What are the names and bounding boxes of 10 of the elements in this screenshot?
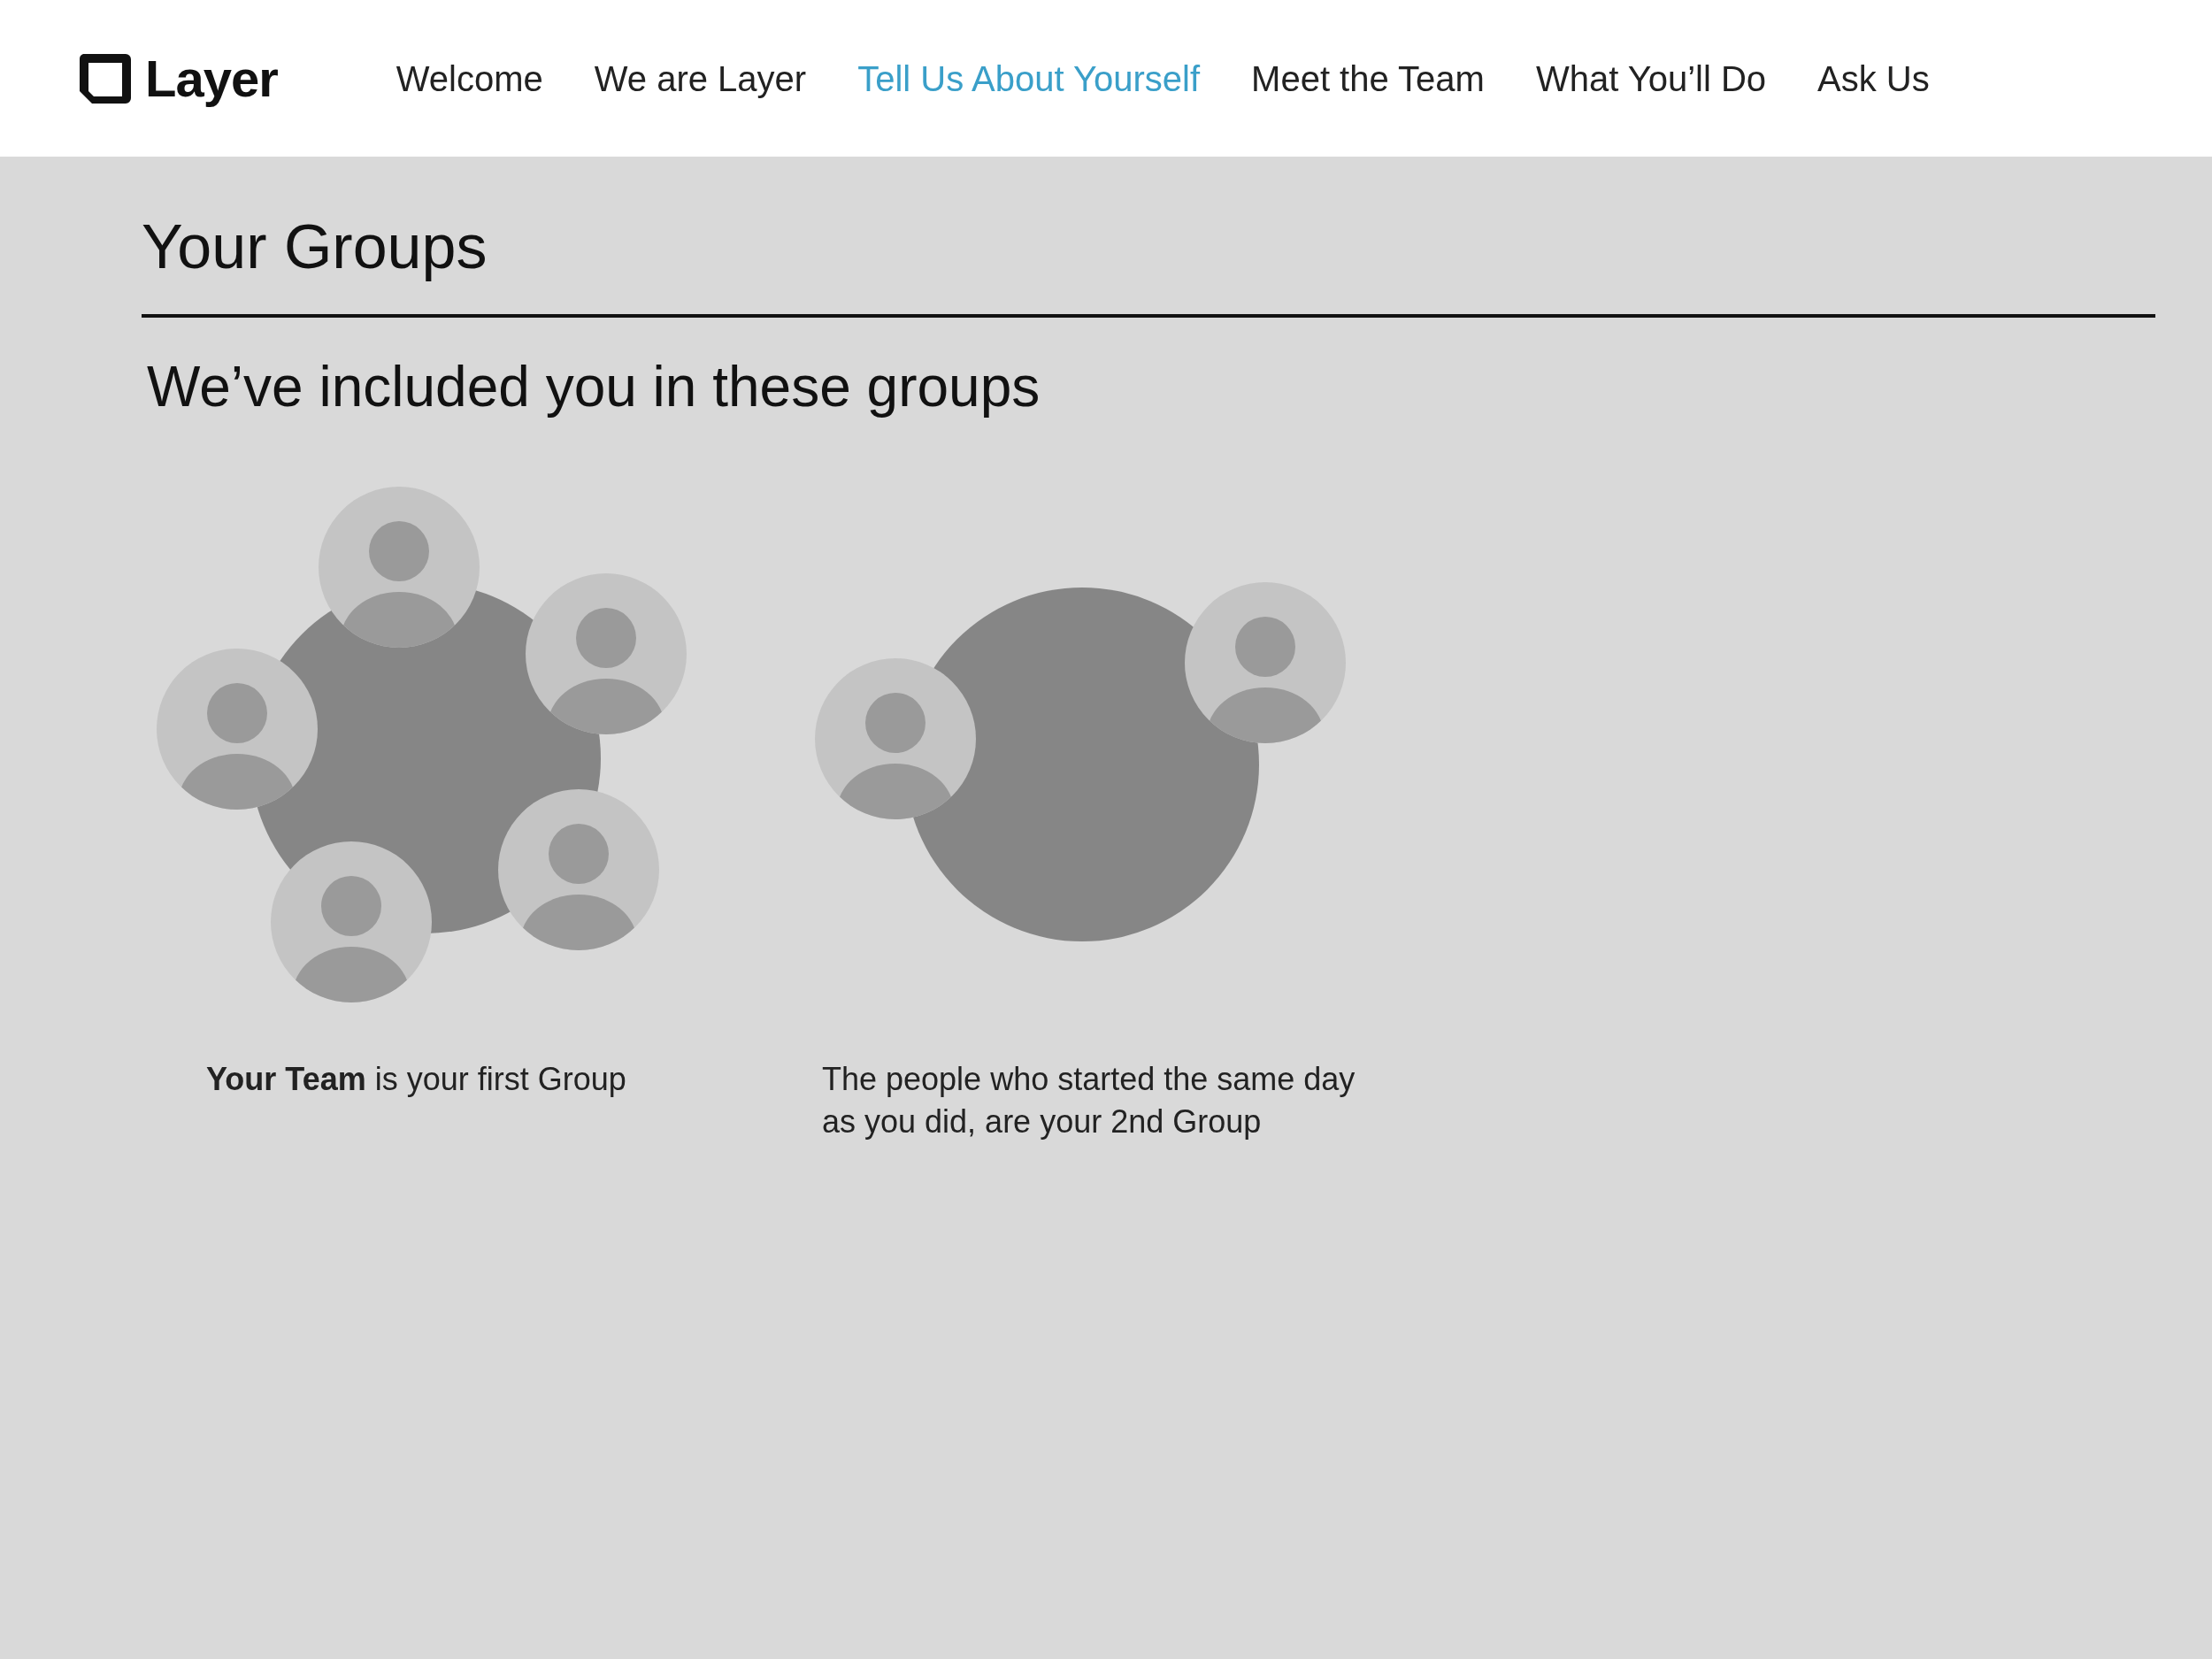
nav-link[interactable]: Meet the Team [1251,51,1485,105]
nav-link[interactable]: Ask Us [1817,51,1930,105]
page-title: Your Groups [142,211,488,283]
section-heading: We’ve included you in these groups [147,354,1041,420]
nav-link[interactable]: We are Layer [594,51,807,105]
group-caption: Your Team is your first Group [205,1059,627,1099]
nav-link[interactable]: What You’ll Do [1535,51,1767,105]
group-caption: The people who started the same day as you did, are your 2nd Group [821,1059,1356,1142]
nav-link[interactable]: Welcome [396,51,543,105]
logo-text: Layer [145,49,278,109]
